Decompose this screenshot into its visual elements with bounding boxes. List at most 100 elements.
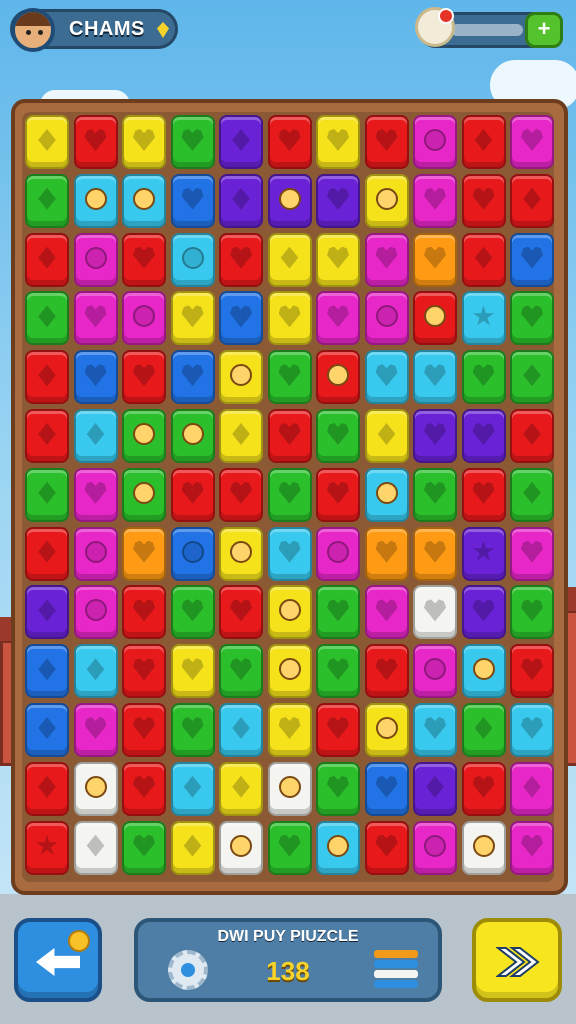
puzzle-board[interactable]: [22, 112, 554, 882]
puzzle-tile[interactable]: [316, 761, 360, 816]
puzzle-tile[interactable]: [122, 350, 166, 405]
puzzle-tile[interactable]: [267, 291, 312, 346]
puzzle-tile[interactable]: [316, 291, 360, 346]
puzzle-tile[interactable]: [364, 467, 409, 522]
puzzle-tile[interactable]: [170, 409, 215, 463]
puzzle-tile[interactable]: [413, 761, 457, 816]
puzzle-tile[interactable]: [510, 350, 554, 405]
puzzle-tile[interactable]: [510, 232, 554, 287]
puzzle-tile[interactable]: [364, 526, 409, 581]
puzzle-tile[interactable]: [219, 820, 263, 875]
puzzle-tile[interactable]: [170, 350, 215, 405]
puzzle-tile[interactable]: [267, 526, 312, 581]
puzzle-tile[interactable]: [73, 350, 118, 405]
puzzle-tile[interactable]: [316, 644, 360, 699]
puzzle-tile[interactable]: [461, 409, 506, 463]
puzzle-tile[interactable]: [73, 291, 118, 346]
puzzle-tile[interactable]: [364, 585, 409, 640]
puzzle-tile[interactable]: [25, 644, 69, 699]
puzzle-tile[interactable]: [510, 703, 554, 757]
puzzle-tile[interactable]: [316, 232, 360, 287]
puzzle-tile[interactable]: [413, 820, 457, 875]
puzzle-tile[interactable]: [170, 761, 215, 816]
puzzle-tile[interactable]: [316, 526, 360, 581]
puzzle-tile[interactable]: [170, 173, 215, 228]
puzzle-tile[interactable]: [316, 585, 360, 640]
puzzle-tile[interactable]: [219, 585, 263, 640]
puzzle-tile[interactable]: [364, 703, 409, 757]
puzzle-tile[interactable]: [316, 173, 360, 228]
puzzle-tile[interactable]: [267, 409, 312, 463]
puzzle-tile[interactable]: [219, 232, 263, 287]
puzzle-tile[interactable]: [73, 820, 118, 875]
puzzle-tile[interactable]: [413, 291, 457, 346]
puzzle-tile[interactable]: [25, 232, 69, 287]
puzzle-tile[interactable]: [316, 820, 360, 875]
puzzle-tile[interactable]: [364, 350, 409, 405]
puzzle-tile[interactable]: [510, 291, 554, 346]
puzzle-tile[interactable]: [73, 703, 118, 757]
puzzle-tile[interactable]: [413, 644, 457, 699]
puzzle-tile[interactable]: [25, 291, 69, 346]
puzzle-tile[interactable]: [25, 173, 69, 228]
puzzle-tile[interactable]: [267, 761, 312, 816]
player-badge[interactable]: CHAMS: [10, 8, 178, 52]
puzzle-tile[interactable]: [122, 526, 166, 581]
puzzle-tile[interactable]: [461, 585, 506, 640]
puzzle-tile[interactable]: [219, 115, 263, 169]
puzzle-tile[interactable]: [219, 526, 263, 581]
puzzle-tile[interactable]: [73, 409, 118, 463]
back-button[interactable]: [14, 918, 102, 1002]
puzzle-tile[interactable]: [122, 703, 166, 757]
puzzle-tile[interactable]: [461, 115, 506, 169]
puzzle-tile[interactable]: [364, 232, 409, 287]
puzzle-tile[interactable]: [122, 291, 166, 346]
puzzle-tile[interactable]: [219, 644, 263, 699]
puzzle-tile[interactable]: [170, 526, 215, 581]
puzzle-tile[interactable]: [25, 761, 69, 816]
player-avatar[interactable]: [11, 8, 55, 52]
energy-bar[interactable]: +: [415, 7, 563, 48]
puzzle-tile[interactable]: [364, 115, 409, 169]
puzzle-tile[interactable]: [73, 232, 118, 287]
puzzle-tile[interactable]: [461, 820, 506, 875]
puzzle-tile[interactable]: [122, 115, 166, 169]
puzzle-tile[interactable]: [461, 173, 506, 228]
puzzle-tile[interactable]: [122, 761, 166, 816]
puzzle-tile[interactable]: [510, 585, 554, 640]
puzzle-tile[interactable]: [219, 350, 263, 405]
puzzle-tile[interactable]: [510, 526, 554, 581]
puzzle-tile[interactable]: [122, 467, 166, 522]
puzzle-tile[interactable]: [461, 644, 506, 699]
puzzle-tile[interactable]: [461, 526, 506, 581]
puzzle-tile[interactable]: [413, 350, 457, 405]
puzzle-tile[interactable]: [364, 173, 409, 228]
puzzle-tile[interactable]: [316, 409, 360, 463]
puzzle-tile[interactable]: [219, 291, 263, 346]
puzzle-tile[interactable]: [413, 467, 457, 522]
puzzle-tile[interactable]: [267, 467, 312, 522]
puzzle-tile[interactable]: [25, 467, 69, 522]
puzzle-tile[interactable]: [461, 761, 506, 816]
puzzle-tile[interactable]: [219, 761, 263, 816]
puzzle-tile[interactable]: [364, 291, 409, 346]
add-energy-button[interactable]: +: [525, 12, 563, 48]
puzzle-tile[interactable]: [219, 173, 263, 228]
puzzle-tile[interactable]: [73, 115, 118, 169]
puzzle-tile[interactable]: [510, 644, 554, 699]
puzzle-tile[interactable]: [122, 232, 166, 287]
puzzle-tile[interactable]: [510, 761, 554, 816]
puzzle-tile[interactable]: [267, 173, 312, 228]
puzzle-tile[interactable]: [219, 467, 263, 522]
puzzle-tile[interactable]: [73, 644, 118, 699]
puzzle-tile[interactable]: [73, 526, 118, 581]
puzzle-tile[interactable]: [316, 467, 360, 522]
puzzle-tile[interactable]: [316, 115, 360, 169]
puzzle-tile[interactable]: [461, 350, 506, 405]
puzzle-tile[interactable]: [25, 585, 69, 640]
puzzle-tile[interactable]: [413, 115, 457, 169]
fast-forward-button[interactable]: [472, 918, 562, 1002]
puzzle-tile[interactable]: [510, 409, 554, 463]
puzzle-tile[interactable]: [510, 173, 554, 228]
puzzle-tile[interactable]: [170, 115, 215, 169]
